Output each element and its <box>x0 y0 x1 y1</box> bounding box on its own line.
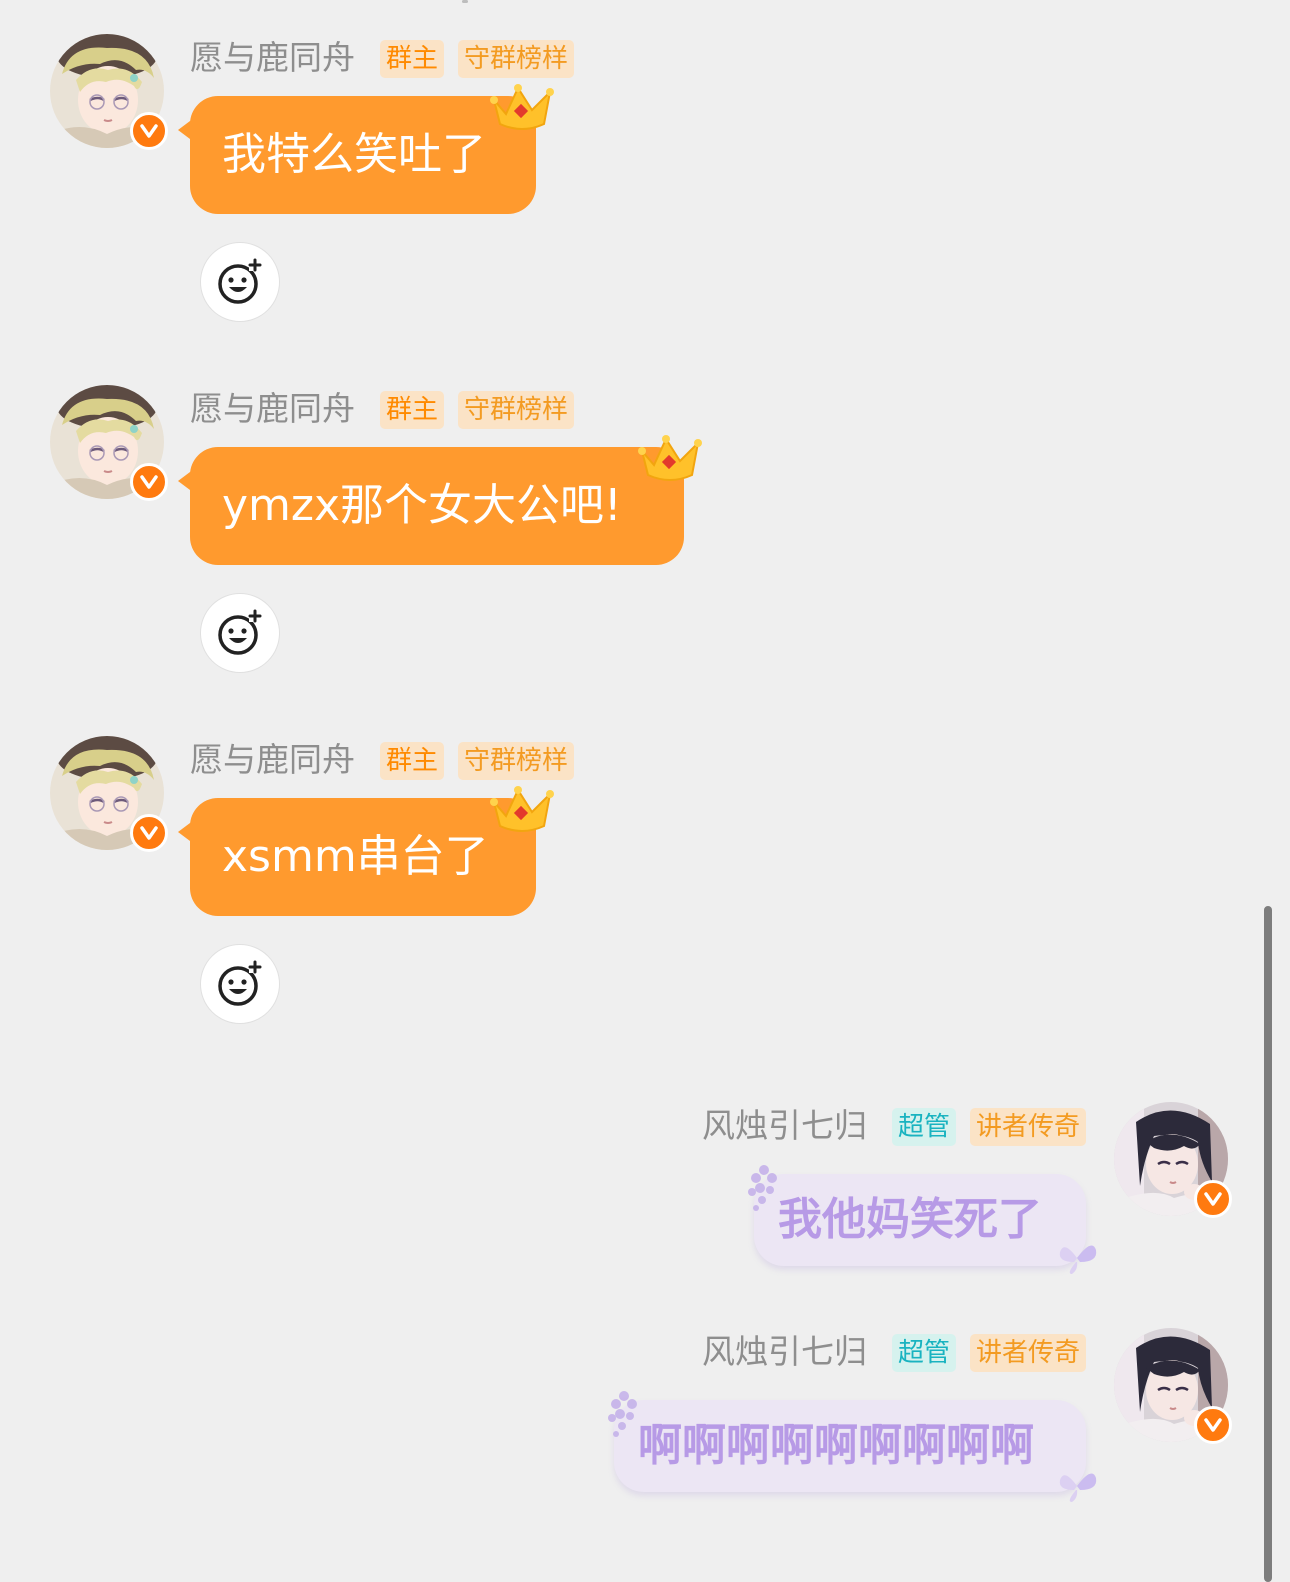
sender-name[interactable]: 愿与鹿同舟 <box>190 740 355 780</box>
crown-icon <box>638 435 702 481</box>
sender-name[interactable]: 风烛引七归 <box>702 1332 867 1372</box>
badge-owner: 群主 <box>380 742 445 780</box>
verified-icon <box>1194 1406 1232 1444</box>
avatar[interactable] <box>1114 1102 1232 1218</box>
badge-guard: 守群榜样 <box>458 391 575 429</box>
badge-guard: 守群榜样 <box>458 742 575 780</box>
scrollbar[interactable] <box>1264 906 1272 1582</box>
message-bubble[interactable]: 我他妈笑死了 <box>754 1174 1086 1266</box>
badge-owner: 群主 <box>380 40 445 78</box>
crown-icon <box>490 84 554 130</box>
message-1: 愿与鹿同舟 群主 守群榜样 我特么笑吐了 <box>0 30 1290 330</box>
message-5: 风烛引七归 超管 讲者传奇 啊啊啊啊啊啊啊啊啊 <box>0 1326 1290 1526</box>
verified-icon <box>1194 1180 1232 1218</box>
flower-decoration-icon <box>748 1165 777 1211</box>
add-emoji-icon <box>218 609 262 655</box>
message-bubble[interactable]: 啊啊啊啊啊啊啊啊啊 <box>614 1400 1086 1492</box>
crown-icon <box>490 786 554 832</box>
sender-name[interactable]: 愿与鹿同舟 <box>190 389 355 429</box>
message-bubble[interactable]: xsmm串台了 <box>178 798 536 916</box>
avatar[interactable] <box>50 736 168 852</box>
butterfly-decoration-icon <box>1059 1245 1097 1274</box>
verified-icon <box>130 112 168 150</box>
message-3: 愿与鹿同舟 群主 守群榜样 xsmm串台了 <box>0 732 1290 1032</box>
avatar[interactable] <box>50 34 168 150</box>
message-4: 风烛引七归 超管 讲者传奇 我他妈笑死了 <box>0 1100 1290 1280</box>
verified-icon <box>130 814 168 852</box>
message-2: 愿与鹿同舟 群主 守群榜样 ymzx那个女大公吧! <box>0 381 1290 681</box>
add-reaction-button[interactable] <box>200 242 280 322</box>
badge-admin: 超管 <box>892 1334 957 1372</box>
add-emoji-icon <box>218 258 262 304</box>
badge-legend: 讲者传奇 <box>970 1108 1087 1146</box>
add-reaction-button[interactable] <box>200 593 280 673</box>
butterfly-decoration-icon <box>1059 1473 1097 1502</box>
message-bubble[interactable]: 我特么笑吐了 <box>178 96 536 214</box>
badge-owner: 群主 <box>380 391 445 429</box>
message-bubble[interactable]: ymzx那个女大公吧! <box>178 447 684 565</box>
top-indicator <box>462 0 468 3</box>
flower-decoration-icon <box>608 1391 637 1437</box>
sender-name[interactable]: 愿与鹿同舟 <box>190 38 355 78</box>
add-reaction-button[interactable] <box>200 944 280 1024</box>
sender-name[interactable]: 风烛引七归 <box>702 1106 867 1146</box>
add-emoji-icon <box>218 960 262 1006</box>
verified-icon <box>130 463 168 501</box>
badge-legend: 讲者传奇 <box>970 1334 1087 1372</box>
avatar[interactable] <box>1114 1328 1232 1444</box>
avatar[interactable] <box>50 385 168 501</box>
badge-admin: 超管 <box>892 1108 957 1146</box>
badge-guard: 守群榜样 <box>458 40 575 78</box>
